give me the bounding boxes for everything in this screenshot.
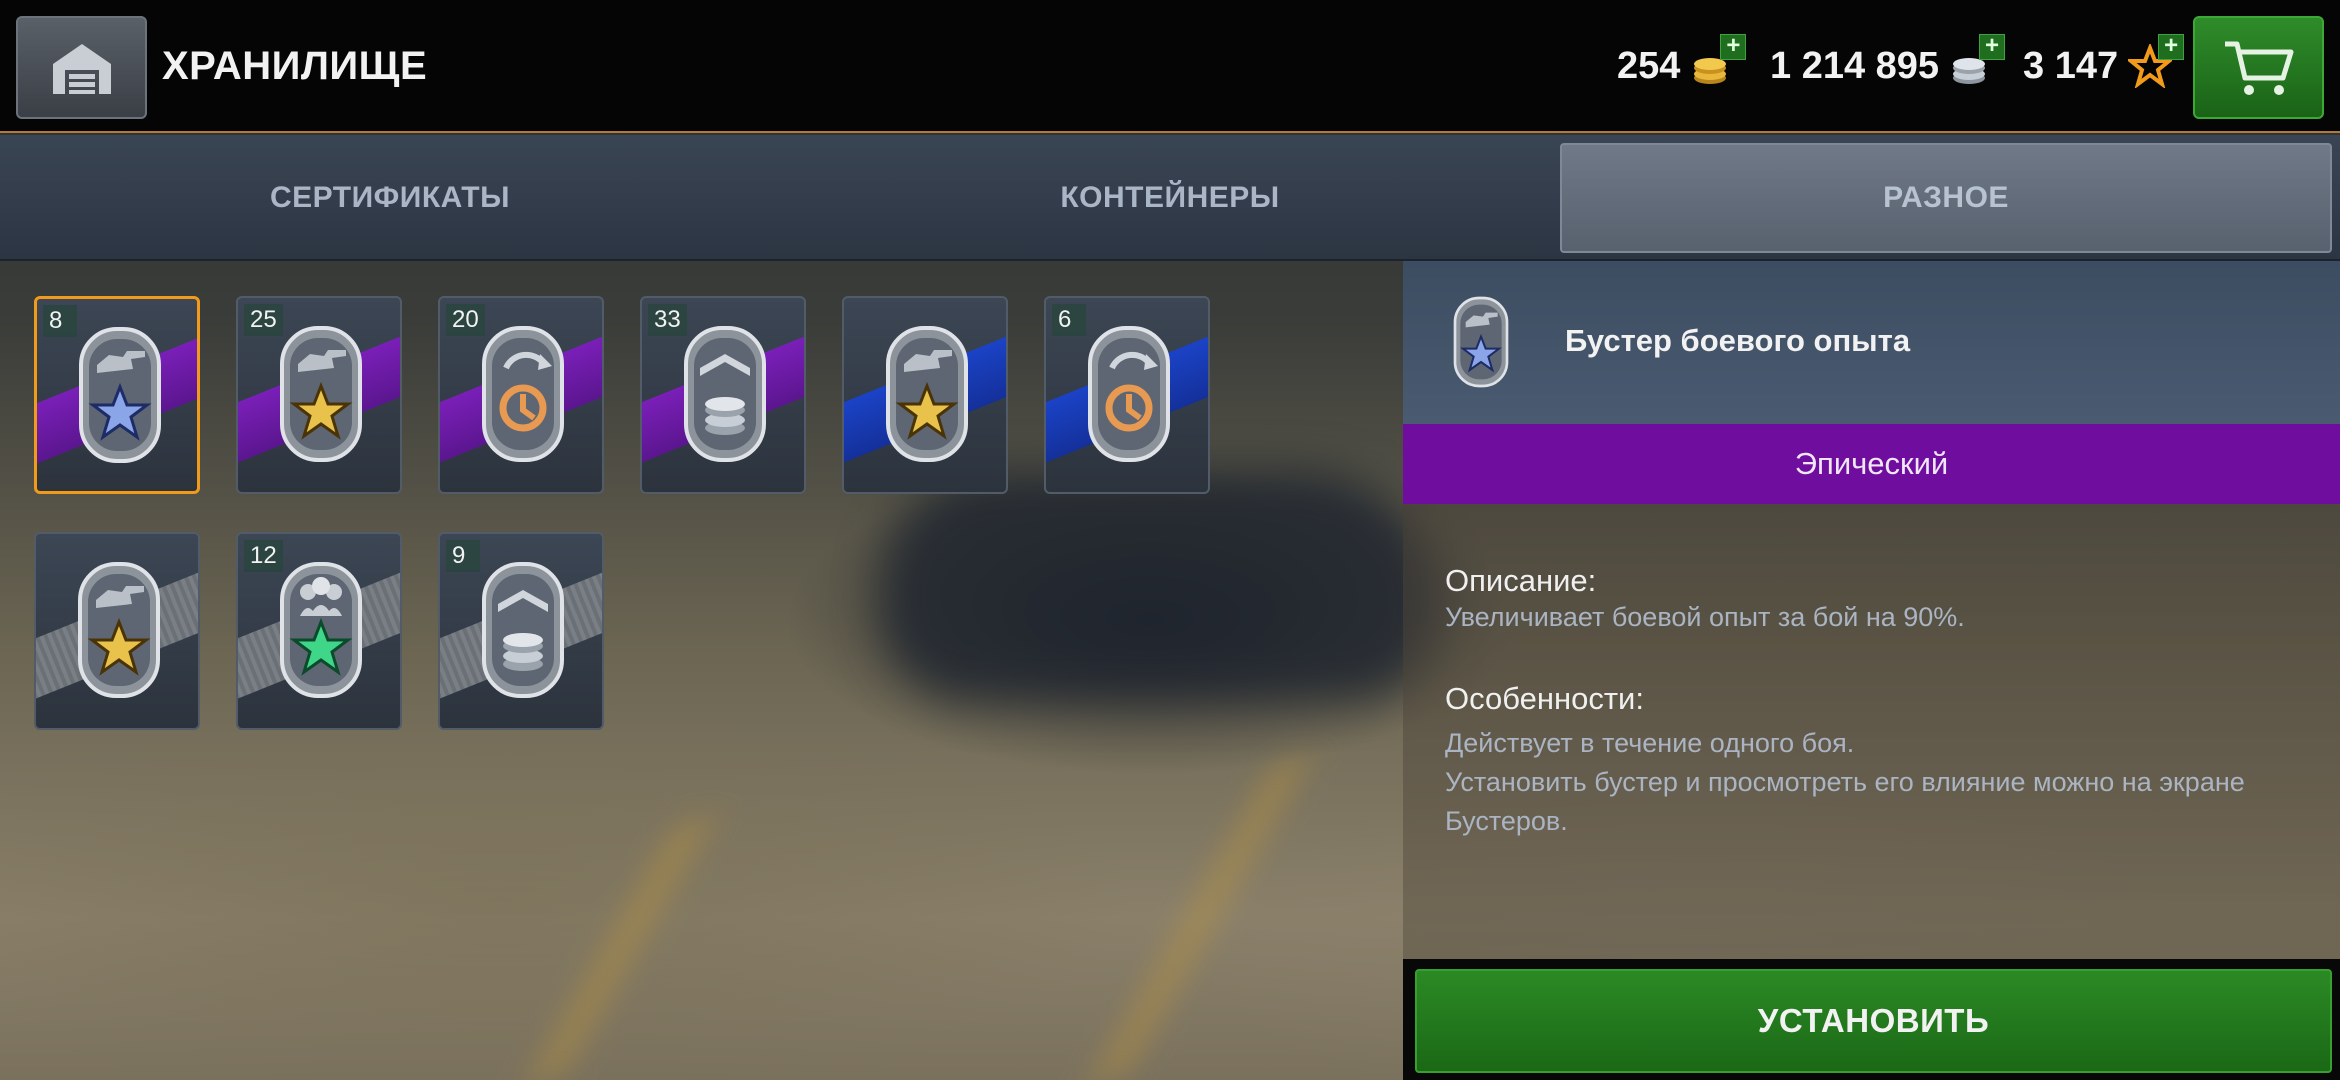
item-name: Бустер боевого опыта	[1565, 323, 1911, 358]
rarity-label: Эпический	[1403, 424, 2340, 504]
item-count: 33	[648, 304, 687, 336]
gold-coins-icon: +	[1690, 34, 1747, 88]
free-xp-counter[interactable]: 3 147 +	[2023, 34, 2185, 92]
description-text: Увеличивает боевой опыт за бой на 90%.	[1445, 602, 1965, 632]
tab-certificates[interactable]: СЕРТИФИКАТЫ	[0, 135, 780, 261]
gold-value: 254	[1617, 44, 1681, 87]
combat-xp-booster-icon	[1453, 296, 1509, 388]
item-free-xp-booster-epic[interactable]: 20	[438, 296, 604, 494]
detail-body: Описание: Увеличивает боевой опыт за бой…	[1403, 504, 2340, 980]
garage-home-button[interactable]	[16, 16, 147, 119]
credits-booster-icon	[482, 562, 564, 698]
free-xp-booster-icon	[482, 326, 564, 462]
free-xp-value: 3 147	[2023, 44, 2119, 87]
features-text-2: Установить бустер и просмотреть его влия…	[1445, 767, 2245, 836]
credits-booster-icon	[684, 326, 766, 462]
crew-xp-booster-icon	[280, 562, 362, 698]
combat-xp-booster-icon	[79, 327, 161, 463]
description-title: Описание:	[1445, 563, 1597, 598]
item-vehicle-xp-booster-rare[interactable]	[842, 296, 1008, 494]
page-title: ХРАНИЛИЩЕ	[162, 44, 428, 88]
convert-xp-plus[interactable]: +	[2158, 34, 2185, 60]
vehicle-xp-booster-icon	[280, 326, 362, 462]
vehicle-xp-booster-icon	[886, 326, 968, 462]
item-vehicle-xp-booster-epic[interactable]: 25	[236, 296, 402, 494]
silver-coins-icon: +	[1949, 34, 2006, 88]
tab-containers[interactable]: КОНТЕЙНЕРЫ	[780, 135, 1560, 261]
item-crew-xp-booster-common[interactable]: 12	[236, 532, 402, 730]
free-xp-booster-icon	[1088, 326, 1170, 462]
item-count: 9	[446, 540, 480, 572]
vehicle-xp-booster-icon	[78, 562, 160, 698]
item-free-xp-booster-rare[interactable]: 6	[1044, 296, 1210, 494]
silver-value: 1 214 895	[1770, 44, 1940, 87]
gold-counter[interactable]: 254 +	[1617, 34, 1747, 92]
tab-misc[interactable]: РАЗНОЕ	[1560, 143, 2332, 253]
item-vehicle-xp-booster-common[interactable]	[34, 532, 200, 730]
features-text-1: Действует в течение одного боя.	[1445, 728, 1855, 758]
item-credits-booster-common[interactable]: 9	[438, 532, 604, 730]
star-icon: +	[2125, 34, 2185, 90]
item-count: 12	[244, 540, 283, 572]
item-detail-panel: Бустер боевого опыта Эпический Описание:…	[1403, 261, 2340, 1080]
item-count: 8	[43, 305, 77, 337]
item-credits-booster-epic[interactable]: 33	[640, 296, 806, 494]
cart-icon	[2224, 41, 2293, 95]
silver-counter[interactable]: 1 214 895 +	[1770, 34, 2006, 92]
item-count: 20	[446, 304, 485, 336]
features-title: Особенности:	[1445, 681, 1644, 716]
buy-silver-plus[interactable]: +	[1979, 34, 2006, 60]
garage-icon	[52, 43, 111, 94]
buy-gold-plus[interactable]: +	[1720, 34, 1747, 60]
shop-cart-button[interactable]	[2193, 16, 2324, 119]
floor-stripe	[524, 820, 716, 1080]
install-bar: УСТАНОВИТЬ	[1403, 959, 2340, 1080]
blurred-tank	[880, 470, 1440, 700]
item-count: 6	[1052, 304, 1086, 336]
top-bar: ХРАНИЛИЩЕ 254 + 1 214 895 + 3 147 +	[0, 0, 2340, 133]
floor-stripe	[1087, 760, 1313, 1080]
install-button[interactable]: УСТАНОВИТЬ	[1415, 969, 2332, 1073]
item-combat-xp-booster-epic[interactable]: 8	[34, 296, 200, 494]
detail-header: Бустер боевого опыта	[1403, 261, 2340, 424]
storage-tabs: СЕРТИФИКАТЫ КОНТЕЙНЕРЫ РАЗНОЕ	[0, 135, 2340, 261]
item-count: 25	[244, 304, 283, 336]
